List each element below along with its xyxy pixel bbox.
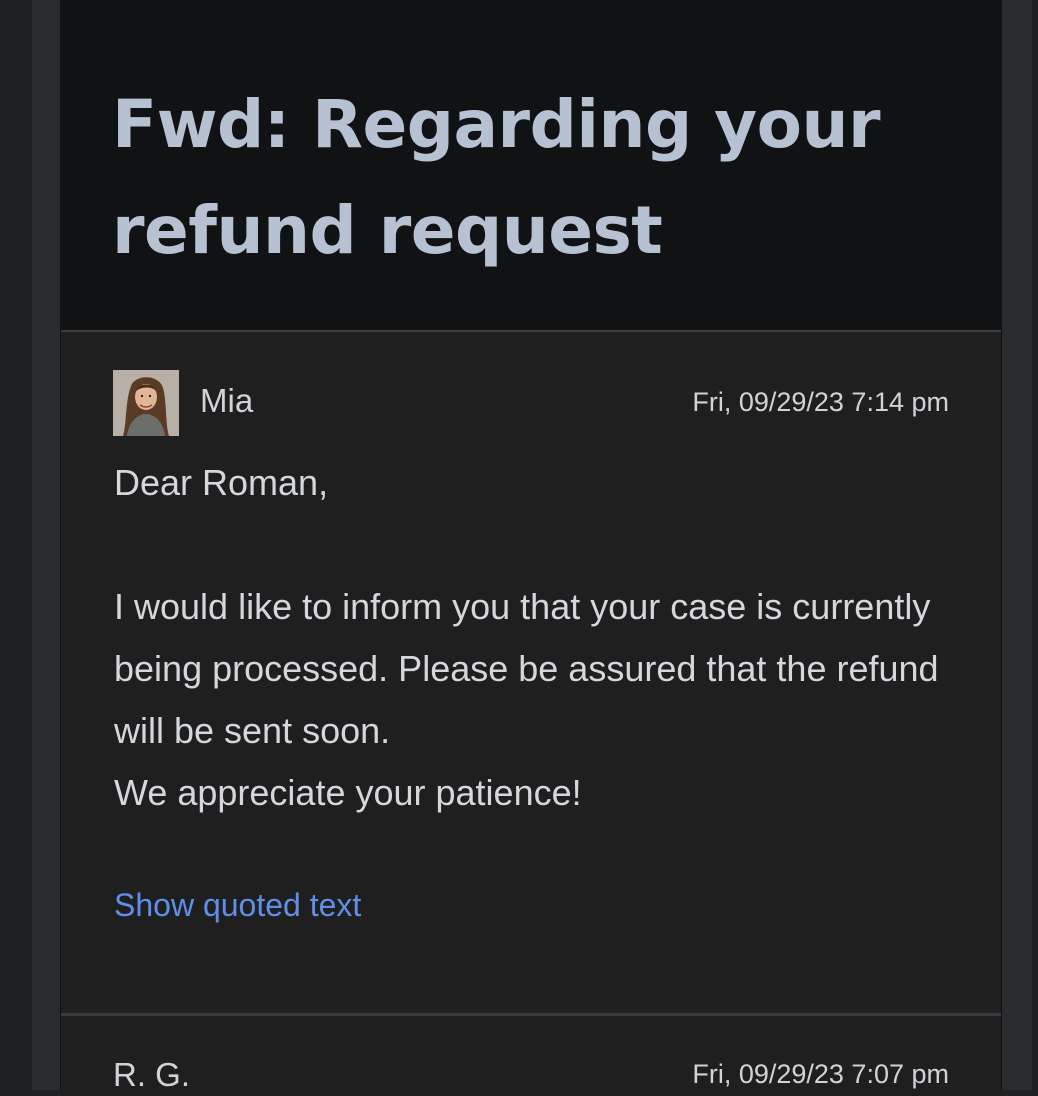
email-thread-view[interactable]: Fwd: Regarding your refund request Mia F… [60, 0, 1002, 1096]
sender-name[interactable]: Mia [200, 382, 253, 420]
email-subject: Fwd: Regarding your refund request [112, 86, 881, 269]
body-paragraph: I would like to inform you that your cas… [114, 586, 939, 751]
message-date: Fri, 09/29/23 7:14 pm [692, 387, 949, 417]
message-body: Dear Roman, I would like to inform you t… [114, 452, 954, 824]
message-card-collapsed[interactable]: R. G. Fri, 09/29/23 7:07 pm [61, 1016, 1001, 1096]
message-date: Fri, 09/29/23 7:07 pm [692, 1059, 949, 1089]
message-card-expanded[interactable]: Mia Fri, 09/29/23 7:14 pm Dear Roman, I … [61, 330, 1001, 1016]
body-closing: We appreciate your patience! [114, 772, 582, 813]
right-edge [1032, 0, 1038, 1090]
show-quoted-text-link[interactable]: Show quoted text [114, 886, 361, 924]
sender-name: R. G. [113, 1056, 191, 1093]
right-gutter [1002, 0, 1032, 1090]
greeting-text: Dear Roman, [114, 462, 329, 503]
subject-header: Fwd: Regarding your refund request [60, 0, 1002, 328]
sender-avatar[interactable] [113, 370, 179, 436]
person-photo-icon [113, 370, 179, 436]
left-gutter [32, 0, 60, 1090]
left-edge [0, 0, 32, 1090]
